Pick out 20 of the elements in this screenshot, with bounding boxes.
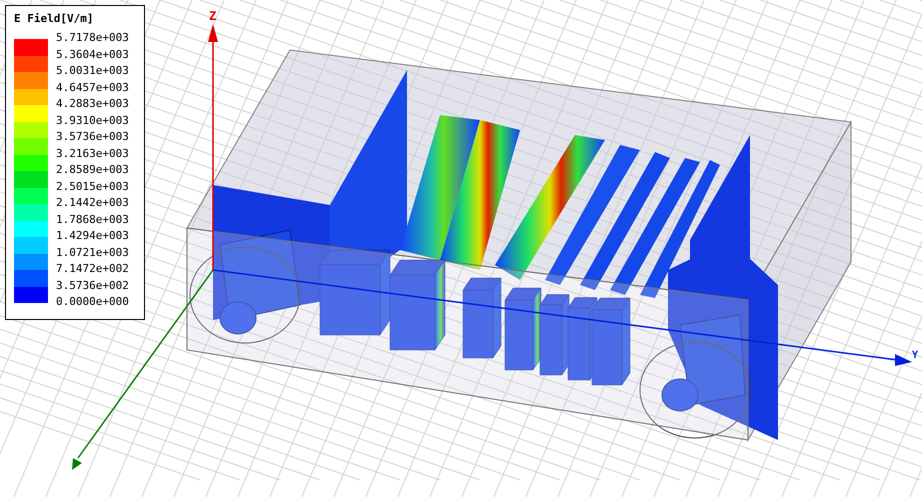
legend-value: 5.7178e+003 [56, 30, 129, 46]
legend-value: 3.9310e+003 [56, 112, 129, 128]
axis-label: Z [209, 9, 216, 23]
legend-value: 7.1472e+002 [56, 261, 129, 277]
legend-value: 5.0031e+003 [56, 63, 129, 79]
legend-value: 1.7868e+003 [56, 212, 129, 228]
legend-value: 2.5015e+003 [56, 178, 129, 194]
legend-value: 2.8589e+003 [56, 162, 129, 178]
legend-value: 3.2163e+003 [56, 146, 129, 162]
legend-value: 3.5736e+003 [56, 129, 129, 145]
legend-value: 5.3604e+003 [56, 46, 129, 62]
legend-value: 2.1442e+003 [56, 195, 129, 211]
legend-value: 1.4294e+003 [56, 228, 129, 244]
legend-value: 3.5736e+002 [56, 278, 129, 294]
legend-title: E Field[V/m] [14, 12, 94, 25]
legend-value: 0.0000e+000 [56, 294, 129, 310]
legend-value: 1.0721e+003 [56, 244, 129, 260]
legend-value: 4.2883e+003 [56, 96, 129, 112]
legend-value: 4.6457e+003 [56, 80, 129, 96]
axis-label: Y [912, 350, 918, 361]
